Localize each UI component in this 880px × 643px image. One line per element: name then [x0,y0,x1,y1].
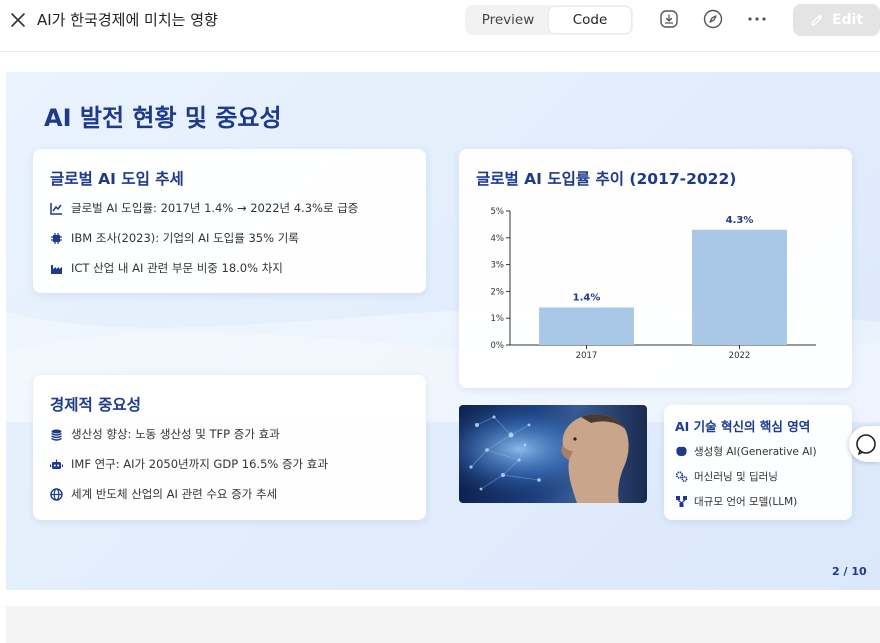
tech-item: 대규모 언어 모델(LLM) [675,494,797,509]
adoption-item: 글로벌 AI 도입률: 2017년 1.4% → 2022년 4.3%로 급증 [50,200,358,216]
y-tick-label: 0% [491,341,505,351]
tech-item: 머신러닝 및 딥러닝 [675,469,778,484]
chart-line-icon [50,202,62,215]
share-icon[interactable] [658,8,680,30]
industry-icon [51,264,62,274]
ai-face-image [459,405,647,503]
pencil-icon [811,14,823,26]
close-icon[interactable] [8,10,28,30]
x-tick-label: 2022 [729,351,751,361]
chart-bar [539,307,634,345]
compass-icon[interactable] [702,8,724,30]
ai-tech-innovation-card: AI 기술 혁신의 핵심 영역 생성형 AI(Generative AI) 머신… [664,405,852,520]
economic-item: 세계 반도체 산업의 AI 관련 수요 증가 추세 [50,486,277,502]
bottom-panel [6,606,880,643]
slide-title: AI 발전 현황 및 중요성 [44,104,282,132]
edit-button-label: Edit [831,12,864,28]
tech-item: 생성형 AI(Generative AI) [675,444,817,459]
adoption-card-title: 글로벌 AI 도입 추세 [50,170,184,188]
robot-icon [50,459,63,469]
bar-value-label: 1.4% [573,292,601,303]
tech-card-title: AI 기술 혁신의 핵심 영역 [675,419,811,434]
adoption-trend-card: 글로벌 AI 도입 추세 글로벌 AI 도입률: 2017년 1.4% → 20… [33,149,426,293]
y-tick-label: 4% [491,234,505,244]
slide-canvas: AI 발전 현황 및 중요성 글로벌 AI 도입 추세 글로벌 AI 도입률: … [6,72,880,590]
y-tick-label: 3% [491,261,505,271]
economic-importance-card: 경제적 중요성 생산성 향상: 노동 생산성 및 TFP 증가 효과 IMF 연… [33,375,426,520]
economic-item: 생산성 향상: 노동 생산성 및 TFP 증가 효과 [50,426,280,442]
chip-icon [51,232,62,244]
adoption-bar-chart: 0% 1% 2% 3% 4% 5% 2017 1.4% 2022 4.3% [491,207,816,361]
tab-code[interactable]: Code [549,7,631,33]
y-tick-label: 2% [491,287,505,297]
gears-icon [675,471,688,483]
economic-card-title: 경제적 중요성 [50,396,141,414]
globe-icon [50,487,63,501]
top-bar: AI가 한국경제에 미치는 영향 Preview Code Edit [0,0,880,52]
chart-bar [692,229,787,345]
brain-icon [676,446,687,457]
chat-bubble-icon [856,434,876,456]
page-indicator: 2 / 10 [832,565,867,578]
adoption-item: IBM 조사(2023): 기업의 AI 도입률 35% 기록 [50,230,299,246]
adoption-item: ICT 산업 내 AI 관련 부문 비중 18.0% 차지 [50,260,283,276]
x-tick-label: 2017 [576,351,598,361]
y-tick-label: 1% [491,314,505,324]
network-icon [676,496,687,507]
coins-icon [51,429,62,441]
tab-preview[interactable]: Preview [467,7,549,33]
assistant-float-button[interactable] [849,426,880,462]
y-tick-label: 5% [491,207,505,217]
economic-item: IMF 연구: AI가 2050년까지 GDP 16.5% 증가 효과 [50,456,328,472]
edit-button[interactable]: Edit [793,4,880,36]
bar-value-label: 4.3% [726,215,754,226]
view-toggle: Preview Code [465,5,633,35]
document-title: AI가 한국경제에 미치는 영향 [37,11,218,29]
more-icon[interactable] [746,8,768,30]
adoption-chart-card: 글로벌 AI 도입률 추이 (2017-2022) 0% 1% 2% 3% 4% 5% 20… [459,149,852,388]
